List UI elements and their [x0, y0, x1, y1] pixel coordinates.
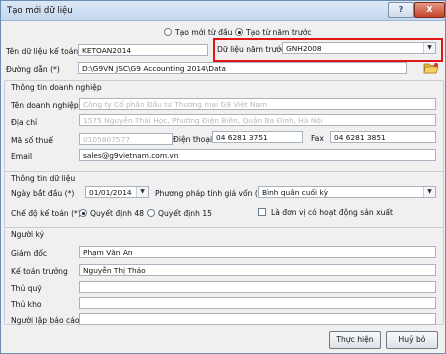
company-info-title: Thông tin doanh nghiệp — [11, 83, 102, 92]
prev-year-value: GNH2008 — [286, 44, 322, 53]
data-name-input[interactable]: KETOAN2014 — [78, 44, 208, 56]
address-label: Địa chỉ — [11, 118, 38, 127]
email-label: Email — [11, 152, 33, 161]
radio-regime-15[interactable] — [147, 209, 155, 217]
chief-accountant-label: Kế toán trưởng — [11, 267, 68, 276]
prev-year-label: Dữ liệu năm trước — [217, 45, 286, 54]
data-name-label: Tên dữ liệu kế toán — [6, 47, 79, 56]
execute-button[interactable]: Thực hiện — [329, 331, 381, 349]
phone-label: Điện thoại — [173, 135, 213, 144]
chevron-down-icon[interactable]: ▼ — [136, 187, 148, 197]
start-date-input[interactable]: 01/01/2014 ▼ — [85, 186, 149, 198]
prev-year-select[interactable]: GNH2008 ▼ — [282, 42, 436, 54]
regime-label: Chế độ kế toán (*) — [11, 209, 81, 218]
fax-input[interactable]: 04 6281 3851 — [330, 131, 436, 143]
signers-group: Người ký — [4, 227, 444, 325]
preparer-input[interactable] — [79, 313, 436, 325]
window-title: Tạo mới dữ liệu — [7, 6, 73, 16]
storekeeper-label: Thủ kho — [11, 300, 42, 309]
company-name-label: Tên doanh nghiệp — [11, 101, 79, 110]
cashier-input[interactable] — [79, 281, 436, 293]
tax-code-input[interactable]: 0105807577 — [79, 133, 173, 145]
chevron-down-icon[interactable]: ▼ — [423, 187, 435, 197]
start-date-label: Ngày bắt đầu (*) — [11, 189, 75, 198]
folder-icon[interactable] — [423, 62, 439, 74]
data-info-title: Thông tin dữ liệu — [11, 174, 76, 183]
chief-accountant-input[interactable]: Nguyễn Thị Thảo — [79, 264, 436, 276]
radio-regime-48[interactable] — [79, 209, 87, 217]
cost-method-select[interactable]: Bình quân cuối kỳ ▼ — [258, 186, 436, 198]
title-bar: Tạo mới dữ liệu ? X — [1, 1, 445, 21]
close-button[interactable]: X — [414, 2, 445, 18]
cashier-label: Thủ quỹ — [11, 284, 42, 293]
regime-48-label: Quyết định 48 — [90, 209, 144, 218]
radio-from-prev-label: Tạo từ năm trước — [246, 28, 312, 37]
preparer-label: Người lập báo cáo — [11, 316, 80, 325]
path-label: Đường dẫn (*) — [6, 65, 60, 74]
start-date-value: 01/01/2014 — [89, 188, 132, 197]
cancel-button[interactable]: Huỷ bỏ — [386, 331, 438, 349]
regime-15-label: Quyết định 15 — [158, 209, 212, 218]
email-input[interactable]: sales@g9vietnam.com.vn — [79, 149, 436, 161]
path-input[interactable]: D:\G9VN JSC\G9 Accounting 2014\Data — [78, 62, 407, 74]
production-checkbox[interactable] — [258, 208, 266, 216]
radio-new-label: Tạo mới từ đầu — [175, 28, 233, 37]
tax-code-label: Mã số thuế — [11, 136, 53, 145]
radio-new-from-scratch[interactable] — [164, 28, 172, 36]
cost-method-label: Phương pháp tính giá vốn (*) — [155, 189, 265, 198]
help-button[interactable]: ? — [388, 2, 414, 18]
director-label: Giám đốc — [11, 249, 48, 258]
data-info-group: Thông tin dữ liệu — [4, 171, 444, 228]
company-name-input[interactable]: Công ty Cổ phần Đầu tư Thương mại G9 Việ… — [79, 98, 436, 110]
production-label: Là đơn vị có hoạt động sản xuất — [271, 208, 394, 217]
cost-method-value: Bình quân cuối kỳ — [262, 188, 329, 197]
director-input[interactable]: Phạm Văn An — [79, 246, 436, 258]
storekeeper-input[interactable] — [79, 297, 436, 309]
chevron-down-icon[interactable]: ▼ — [423, 43, 435, 53]
signers-title: Người ký — [11, 230, 45, 239]
address-input[interactable]: 1575 Nguyễn Thái Học, Phường Điện Biên, … — [79, 114, 436, 126]
fax-label: Fax — [311, 134, 324, 143]
phone-input[interactable]: 04 6281 3751 — [212, 131, 303, 143]
radio-from-previous-year[interactable] — [235, 28, 243, 36]
create-data-dialog: Tạo mới dữ liệu ? X Tạo mới từ đầu Tạo t… — [0, 0, 446, 354]
